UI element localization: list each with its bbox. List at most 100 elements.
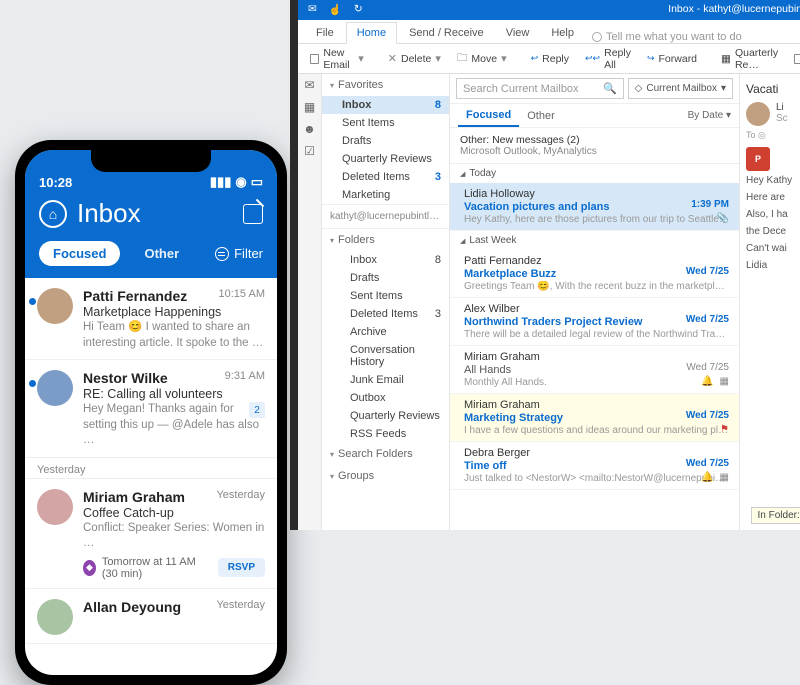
- organizer-avatar: ◆: [83, 560, 96, 576]
- filter-button[interactable]: Filter: [215, 246, 263, 261]
- sub-junk[interactable]: Junk Email: [322, 371, 449, 389]
- folder-nav: Favorites Inbox8 Sent Items Drafts Quart…: [322, 74, 450, 530]
- list-tab-other[interactable]: Other: [519, 106, 563, 126]
- menu-sendreceive[interactable]: Send / Receive: [399, 23, 494, 43]
- rsvp-button[interactable]: RSVP: [218, 558, 265, 577]
- phone-screen: 10:28 ▮▮▮ ◉ ▭ ⌂ Inbox Focused Other Filt…: [25, 150, 277, 675]
- mail-row[interactable]: Lidia Holloway Vacation pictures and pla…: [450, 183, 739, 231]
- message-row[interactable]: Nestor Wilke RE: Calling all volunteers …: [25, 360, 277, 458]
- window-titlebar: ✉ ☝ ↻ Inbox - kathyt@lucernepubintl.com: [298, 0, 800, 20]
- mail-row[interactable]: Alex Wilber Northwind Traders Project Re…: [450, 298, 739, 346]
- menu-help[interactable]: Help: [541, 23, 584, 43]
- nav-search-folders[interactable]: Search Folders: [322, 443, 449, 465]
- mail-list-column: Search Current Mailbox🔍 ◇Current Mailbox…: [450, 74, 740, 530]
- search-icon: 🔍: [603, 82, 617, 95]
- message-row[interactable]: Miriam Graham Coffee Catch-up Conflict: …: [25, 479, 277, 589]
- sort-by[interactable]: By Date ▾: [688, 110, 731, 121]
- nav-favorites[interactable]: Favorites: [322, 74, 449, 96]
- window-title: Inbox - kathyt@lucernepubintl.com: [668, 3, 800, 15]
- phone-message-list[interactable]: Patti Fernandez Marketplace Happenings H…: [25, 278, 277, 644]
- mail-row[interactable]: Miriam Graham Marketing Strategy I have …: [450, 394, 739, 442]
- preview: Conflict: Speaker Series: Women in …: [83, 521, 265, 552]
- new-email-button[interactable]: New Email▾: [304, 44, 370, 74]
- sub-convo[interactable]: Conversation History: [322, 341, 449, 371]
- sub-archive[interactable]: Archive: [322, 323, 449, 341]
- group-lastweek[interactable]: Last Week: [450, 231, 739, 250]
- inbox-title: Inbox: [77, 198, 233, 229]
- search-scope[interactable]: ◇Current Mailbox▾: [628, 78, 733, 99]
- nav-groups[interactable]: Groups: [322, 465, 449, 487]
- group-today[interactable]: Today: [450, 164, 739, 183]
- nav-inbox[interactable]: Inbox8: [322, 96, 449, 114]
- work-area: ✉ ▦ ☻ ☑ Favorites Inbox8 Sent Items Draf…: [298, 74, 800, 530]
- forward-button[interactable]: ↪Forward: [641, 50, 703, 68]
- menu-file[interactable]: File: [306, 23, 344, 43]
- compose-icon[interactable]: [243, 204, 263, 224]
- tab-other[interactable]: Other: [130, 241, 193, 266]
- nav-folders[interactable]: Folders: [322, 229, 449, 251]
- preview: Hi Team 😊 I wanted to share an interesti…: [83, 320, 265, 351]
- search-input[interactable]: Search Current Mailbox🔍: [456, 78, 624, 99]
- signal-icon: ▮▮▮: [210, 174, 231, 190]
- envelope-icon: [794, 54, 800, 64]
- forward-icon: ↪: [647, 53, 655, 64]
- sub-drafts[interactable]: Drafts: [322, 269, 449, 287]
- sub-deleted[interactable]: Deleted Items3: [322, 305, 449, 323]
- filter-icon: [215, 247, 229, 261]
- message-row[interactable]: Allan Deyoung Yesterday: [25, 589, 277, 644]
- flag-icon[interactable]: ⚑: [720, 424, 729, 435]
- reply-all-icon: ↩↩: [585, 53, 600, 64]
- mail-list[interactable]: Other: New messages (2) Microsoft Outloo…: [450, 128, 739, 530]
- quickstep-tomanager[interactable]: To Manager: [788, 44, 800, 74]
- mail-icon: ✉: [308, 3, 317, 15]
- rail-calendar-icon[interactable]: ▦: [304, 100, 315, 114]
- list-tab-focused[interactable]: Focused: [458, 105, 519, 127]
- tell-me-search[interactable]: Tell me what you want to do: [592, 31, 742, 43]
- nav-quarterly[interactable]: Quarterly Reviews: [322, 150, 449, 168]
- touch-icon[interactable]: ☝: [329, 3, 342, 16]
- count-badge: 2: [249, 402, 265, 418]
- subject: RE: Calling all volunteers: [83, 387, 265, 401]
- nav-marketing[interactable]: Marketing: [322, 186, 449, 204]
- laptop-screen: ✉ ☝ ↻ Inbox - kathyt@lucernepubintl.com …: [298, 0, 800, 530]
- mail-row[interactable]: Miriam Graham All Hands Monthly All Hand…: [450, 346, 739, 394]
- move-button[interactable]: 🗀Move▾: [451, 47, 513, 71]
- subject: Coffee Catch-up: [83, 506, 265, 520]
- sub-outbox[interactable]: Outbox: [322, 389, 449, 407]
- quickstep-quarterly[interactable]: ▦Quarterly Re…: [715, 44, 784, 74]
- rail-tasks-icon[interactable]: ☑: [304, 144, 315, 158]
- sub-quarterly[interactable]: Quarterly Reviews: [322, 407, 449, 425]
- rail-mail-icon[interactable]: ✉: [304, 78, 314, 92]
- message-row[interactable]: Patti Fernandez Marketplace Happenings H…: [25, 278, 277, 360]
- sub-inbox[interactable]: Inbox8: [322, 251, 449, 269]
- nav-deleted[interactable]: Deleted Items3: [322, 168, 449, 186]
- folder-tooltip: In Folder: Inbox: [751, 507, 800, 524]
- sub-sent[interactable]: Sent Items: [322, 287, 449, 305]
- bell-icon: 🔔: [701, 376, 713, 387]
- status-icons: ▮▮▮ ◉ ▭: [210, 174, 263, 190]
- mail-row[interactable]: Patti Fernandez Marketplace Buzz Greetin…: [450, 250, 739, 298]
- phone-header: ⌂ Inbox Focused Other Filter: [25, 192, 277, 278]
- nav-drafts[interactable]: Drafts: [322, 132, 449, 150]
- other-teaser[interactable]: Other: New messages (2) Microsoft Outloo…: [450, 128, 739, 164]
- nav-sent[interactable]: Sent Items: [322, 114, 449, 132]
- home-icon[interactable]: ⌂: [39, 200, 67, 228]
- rail-people-icon[interactable]: ☻: [303, 122, 316, 136]
- delete-button[interactable]: ✕Delete▾: [382, 49, 447, 68]
- sub-rss[interactable]: RSS Feeds: [322, 425, 449, 443]
- sync-icon[interactable]: ↻: [354, 3, 363, 15]
- menu-view[interactable]: View: [496, 23, 540, 43]
- avatar: [37, 288, 73, 324]
- powerpoint-attachment-icon[interactable]: P: [746, 147, 770, 171]
- reading-title: Vacati: [746, 82, 800, 96]
- account-header[interactable]: kathyt@lucernepubintl.com: [322, 204, 449, 229]
- reply-button[interactable]: ↩Reply: [525, 50, 575, 68]
- mail-row[interactable]: Debra Berger Time off Just talked to <Ne…: [450, 442, 739, 490]
- folder-icon: 🗀: [457, 50, 468, 68]
- menu-home[interactable]: Home: [346, 22, 397, 44]
- dropdown-icon: ◇: [635, 83, 643, 94]
- reply-all-button[interactable]: ↩↩Reply All: [579, 44, 637, 74]
- phone-device: 10:28 ▮▮▮ ◉ ▭ ⌂ Inbox Focused Other Filt…: [15, 140, 287, 685]
- avatar: [37, 489, 73, 525]
- tab-focused[interactable]: Focused: [39, 241, 120, 266]
